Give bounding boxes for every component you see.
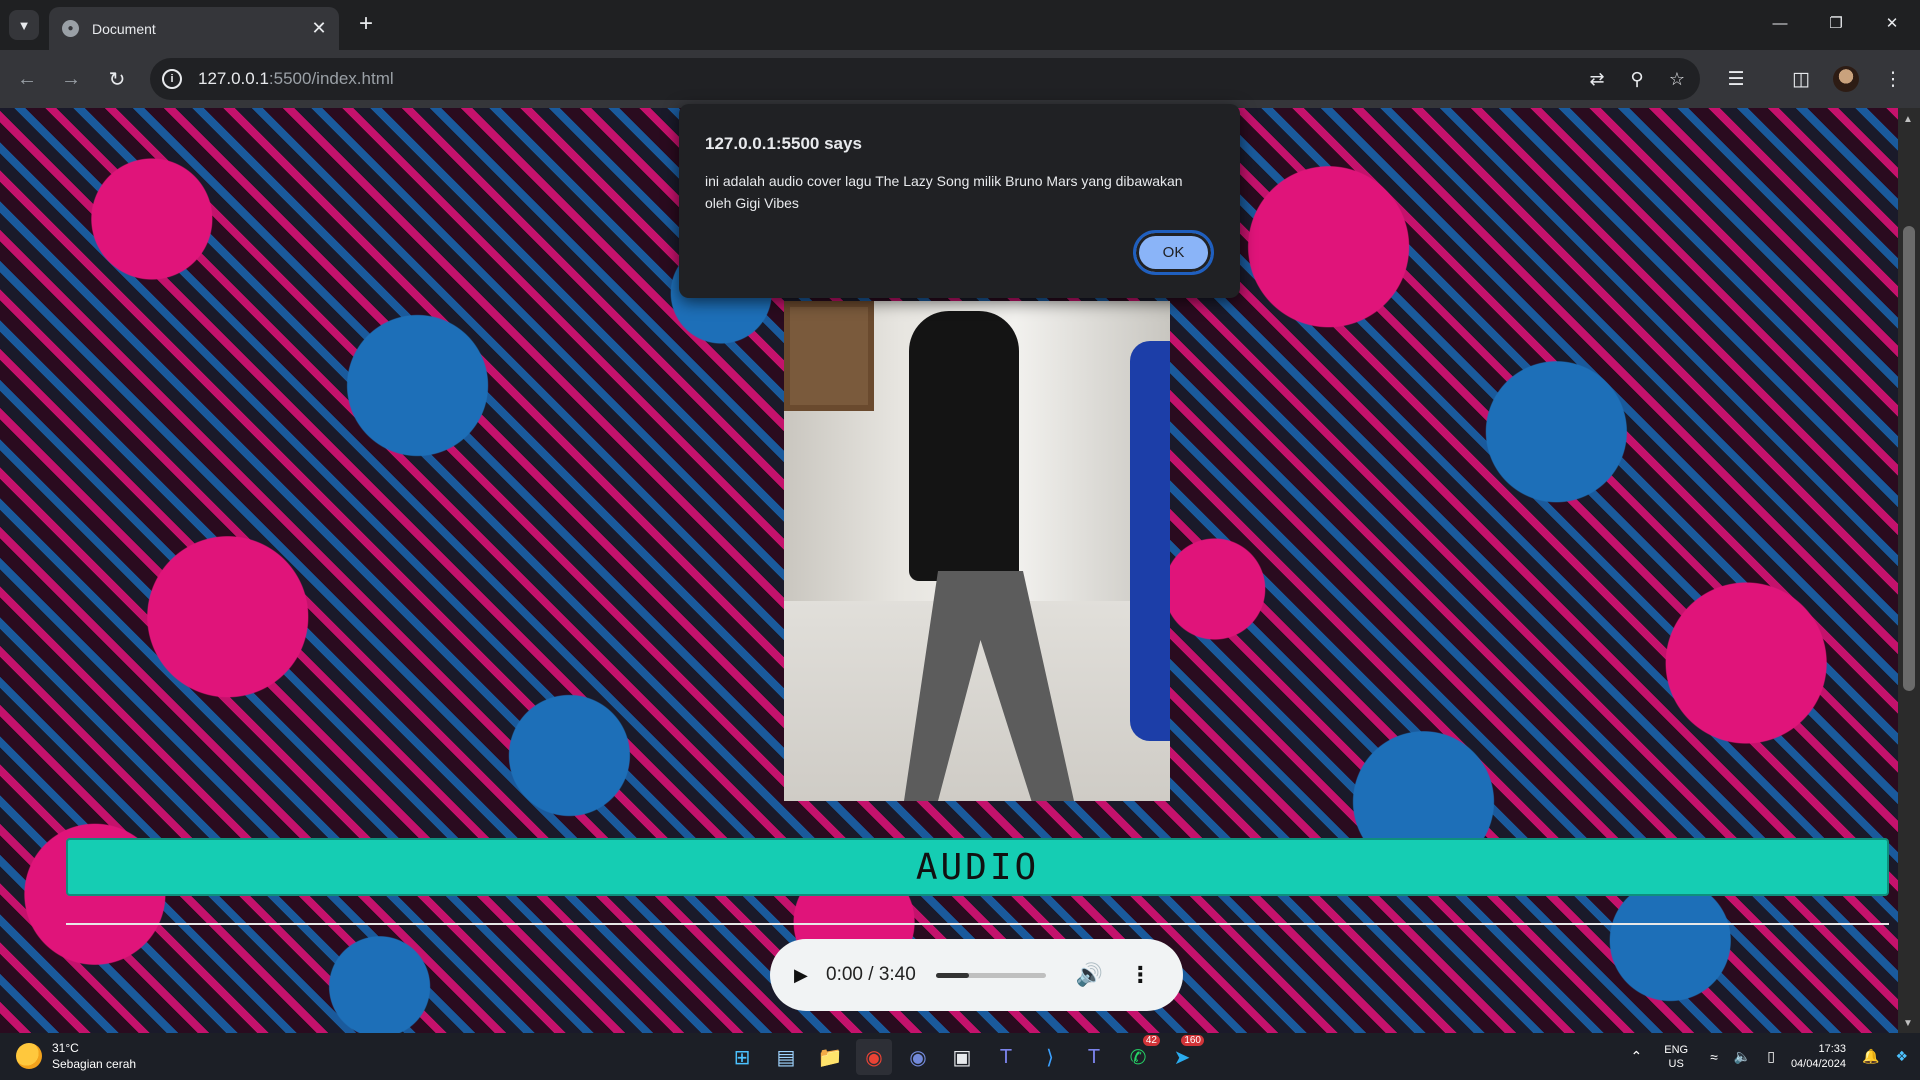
- windows-taskbar: 31°C Sebagian cerah ⊞ ▤ 📁 ◉ ◉ ▣ T ⟩ T ✆ 4…: [0, 1033, 1920, 1080]
- audio-heading: AUDIO: [915, 846, 1040, 888]
- language-indicator[interactable]: ENG US: [1664, 1043, 1688, 1071]
- reload-icon[interactable]: ↻: [102, 64, 132, 94]
- zoom-icon[interactable]: ⚲: [1620, 62, 1654, 96]
- dialog-message: ini adalah audio cover lagu The Lazy Son…: [705, 173, 1183, 211]
- translate-icon[interactable]: ⇄: [1580, 62, 1614, 96]
- weather-temp: 31°C: [52, 1041, 79, 1055]
- scroll-up-icon[interactable]: ▲: [1903, 114, 1913, 125]
- partly-sunny-icon: [16, 1043, 42, 1069]
- clock[interactable]: 17:33 04/04/2024: [1791, 1042, 1846, 1072]
- notification-bell-icon[interactable]: 🔔: [1862, 1048, 1879, 1065]
- notepad-icon[interactable]: ▤: [768, 1039, 804, 1075]
- scroll-down-icon[interactable]: ▼: [1903, 1018, 1913, 1029]
- battery-icon[interactable]: ▯: [1767, 1048, 1775, 1065]
- copilot-icon[interactable]: ❖: [1895, 1048, 1908, 1065]
- video-frame[interactable]: [784, 301, 1170, 801]
- ok-button[interactable]: OK: [1133, 230, 1214, 275]
- globe-icon: ●: [62, 20, 79, 37]
- more-options-icon[interactable]: ⋮: [1129, 962, 1151, 988]
- url-text[interactable]: 127.0.0.1:5500/index.html: [198, 69, 1580, 89]
- browser-toolbar: ← → ↻ i 127.0.0.1:5500/index.html ⇄ ⚲ ☆ …: [0, 50, 1920, 108]
- chevron-down-icon: ▼: [17, 17, 31, 33]
- chevron-up-icon[interactable]: ⌃: [1631, 1048, 1643, 1065]
- weather-widget[interactable]: 31°C Sebagian cerah: [16, 1040, 136, 1072]
- whatsapp-badge: 42: [1142, 1035, 1160, 1046]
- telegram-badge: 160: [1181, 1035, 1204, 1046]
- back-icon[interactable]: ←: [12, 64, 42, 94]
- vscode-icon[interactable]: ⟩: [1032, 1039, 1068, 1075]
- close-tab-icon[interactable]: ✕: [307, 17, 331, 41]
- bookmark-star-icon[interactable]: ☆: [1660, 62, 1694, 96]
- scroll-thumb[interactable]: [1903, 226, 1915, 691]
- tab-title: Document: [92, 20, 156, 37]
- volume-slider[interactable]: [935, 972, 1046, 978]
- chrome-icon[interactable]: ◉: [856, 1039, 892, 1075]
- close-window-icon[interactable]: ✕: [1864, 0, 1920, 46]
- dialog-title: 127.0.0.1:5500 says: [705, 134, 862, 153]
- volume-icon[interactable]: 🔊: [1076, 962, 1103, 988]
- whatsapp-icon[interactable]: ✆ 42: [1120, 1035, 1160, 1075]
- divider: [66, 923, 1889, 925]
- restore-icon[interactable]: ❐: [1808, 0, 1864, 46]
- audio-player[interactable]: ▶ 0:00 / 3:40 🔊 ⋮: [770, 939, 1183, 1011]
- telegram-icon[interactable]: ➤ 160: [1164, 1035, 1204, 1075]
- audio-time: 0:00 / 3:40: [826, 964, 916, 985]
- teams-icon[interactable]: T: [988, 1039, 1024, 1075]
- profile-avatar[interactable]: [1833, 66, 1859, 92]
- forward-icon[interactable]: →: [56, 64, 86, 94]
- minimize-icon[interactable]: —: [1752, 0, 1808, 46]
- site-info-icon[interactable]: i: [162, 69, 182, 89]
- address-bar[interactable]: i 127.0.0.1:5500/index.html ⇄ ⚲ ☆: [150, 58, 1700, 100]
- file-explorer-icon[interactable]: 📁: [812, 1039, 848, 1075]
- wifi-icon[interactable]: ≈: [1710, 1049, 1718, 1065]
- store-icon[interactable]: ▣: [944, 1039, 980, 1075]
- weather-desc: Sebagian cerah: [52, 1057, 137, 1071]
- system-tray: ⌃ ENG US ≈ 🔈 ▯ 17:33 04/04/2024 🔔 ❖: [1623, 1033, 1920, 1080]
- alert-dialog: 127.0.0.1:5500 says ini adalah audio cov…: [679, 104, 1240, 298]
- start-icon[interactable]: ⊞: [724, 1039, 760, 1075]
- page-scrollbar[interactable]: ▲ ▼: [1898, 108, 1920, 1033]
- window-controls: — ❐ ✕: [1752, 0, 1920, 46]
- browser-tabbar: ▼ ● Document ✕ + — ❐ ✕: [0, 0, 1920, 50]
- tab-search-button[interactable]: ▼: [9, 10, 39, 40]
- taskbar-apps: ⊞ ▤ 📁 ◉ ◉ ▣ T ⟩ T ✆ 42 ➤ 160: [724, 1035, 1208, 1075]
- browser-tab[interactable]: ● Document ✕: [49, 7, 339, 50]
- extensions-icon[interactable]: ☰: [1719, 62, 1753, 96]
- audio-heading-banner: AUDIO: [66, 838, 1889, 896]
- teams-work-icon[interactable]: T: [1076, 1039, 1112, 1075]
- discord-icon[interactable]: ◉: [900, 1039, 936, 1075]
- menu-icon[interactable]: ⋮: [1876, 62, 1910, 96]
- side-panel-icon[interactable]: ◫: [1784, 62, 1818, 96]
- play-icon[interactable]: ▶: [794, 965, 814, 986]
- speaker-icon[interactable]: 🔈: [1734, 1048, 1751, 1065]
- new-tab-button[interactable]: +: [352, 11, 380, 37]
